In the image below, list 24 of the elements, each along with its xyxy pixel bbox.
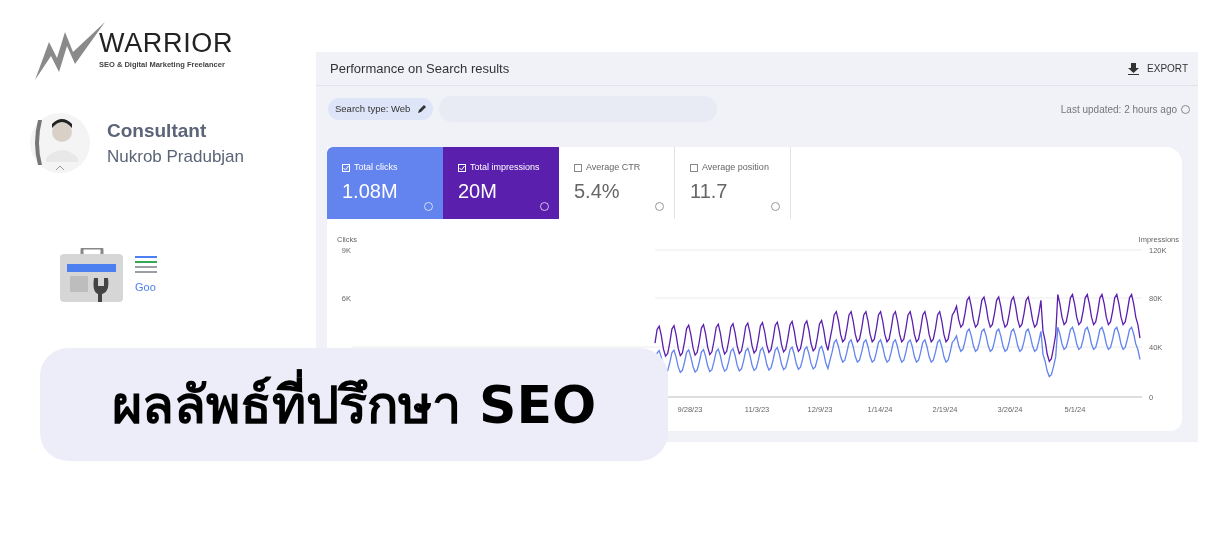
metric-value: 1.08M — [342, 180, 399, 201]
metric-label: Total clicks — [354, 161, 398, 174]
document-lines-icon — [135, 256, 157, 274]
checkbox[interactable] — [574, 163, 582, 172]
app-caption: Goo — [135, 282, 157, 293]
toolbox-wrench-icon — [60, 248, 123, 302]
person-name: Nukrob Pradubjan — [107, 146, 245, 168]
role-title: Consultant — [107, 118, 208, 143]
download-icon — [1128, 62, 1140, 75]
metric-value: 20M — [458, 180, 498, 201]
metric-label: Average position — [702, 161, 769, 174]
metric-value: 5.4% — [574, 180, 621, 201]
report-title: Performance on Search results — [330, 59, 510, 78]
pencil-icon — [418, 105, 427, 113]
metric-value: 11.7 — [690, 180, 729, 201]
banner-heading: ผลลัพธ์ที่ปรึกษา SEO — [111, 365, 597, 444]
last-updated-text: Last updated: 2 hours ago — [1060, 102, 1177, 117]
metric-label: Average CTR — [586, 161, 641, 174]
export-button[interactable]: EXPORT — [1128, 61, 1188, 76]
logo-wordmark: WARRIOR — [99, 29, 234, 57]
search-type-chip[interactable]: Search type: Web — [328, 98, 434, 120]
metric-tile[interactable]: Total impressions 20M — [443, 147, 559, 219]
metric-label: Total impressions — [470, 161, 540, 174]
checkbox[interactable] — [690, 163, 698, 172]
